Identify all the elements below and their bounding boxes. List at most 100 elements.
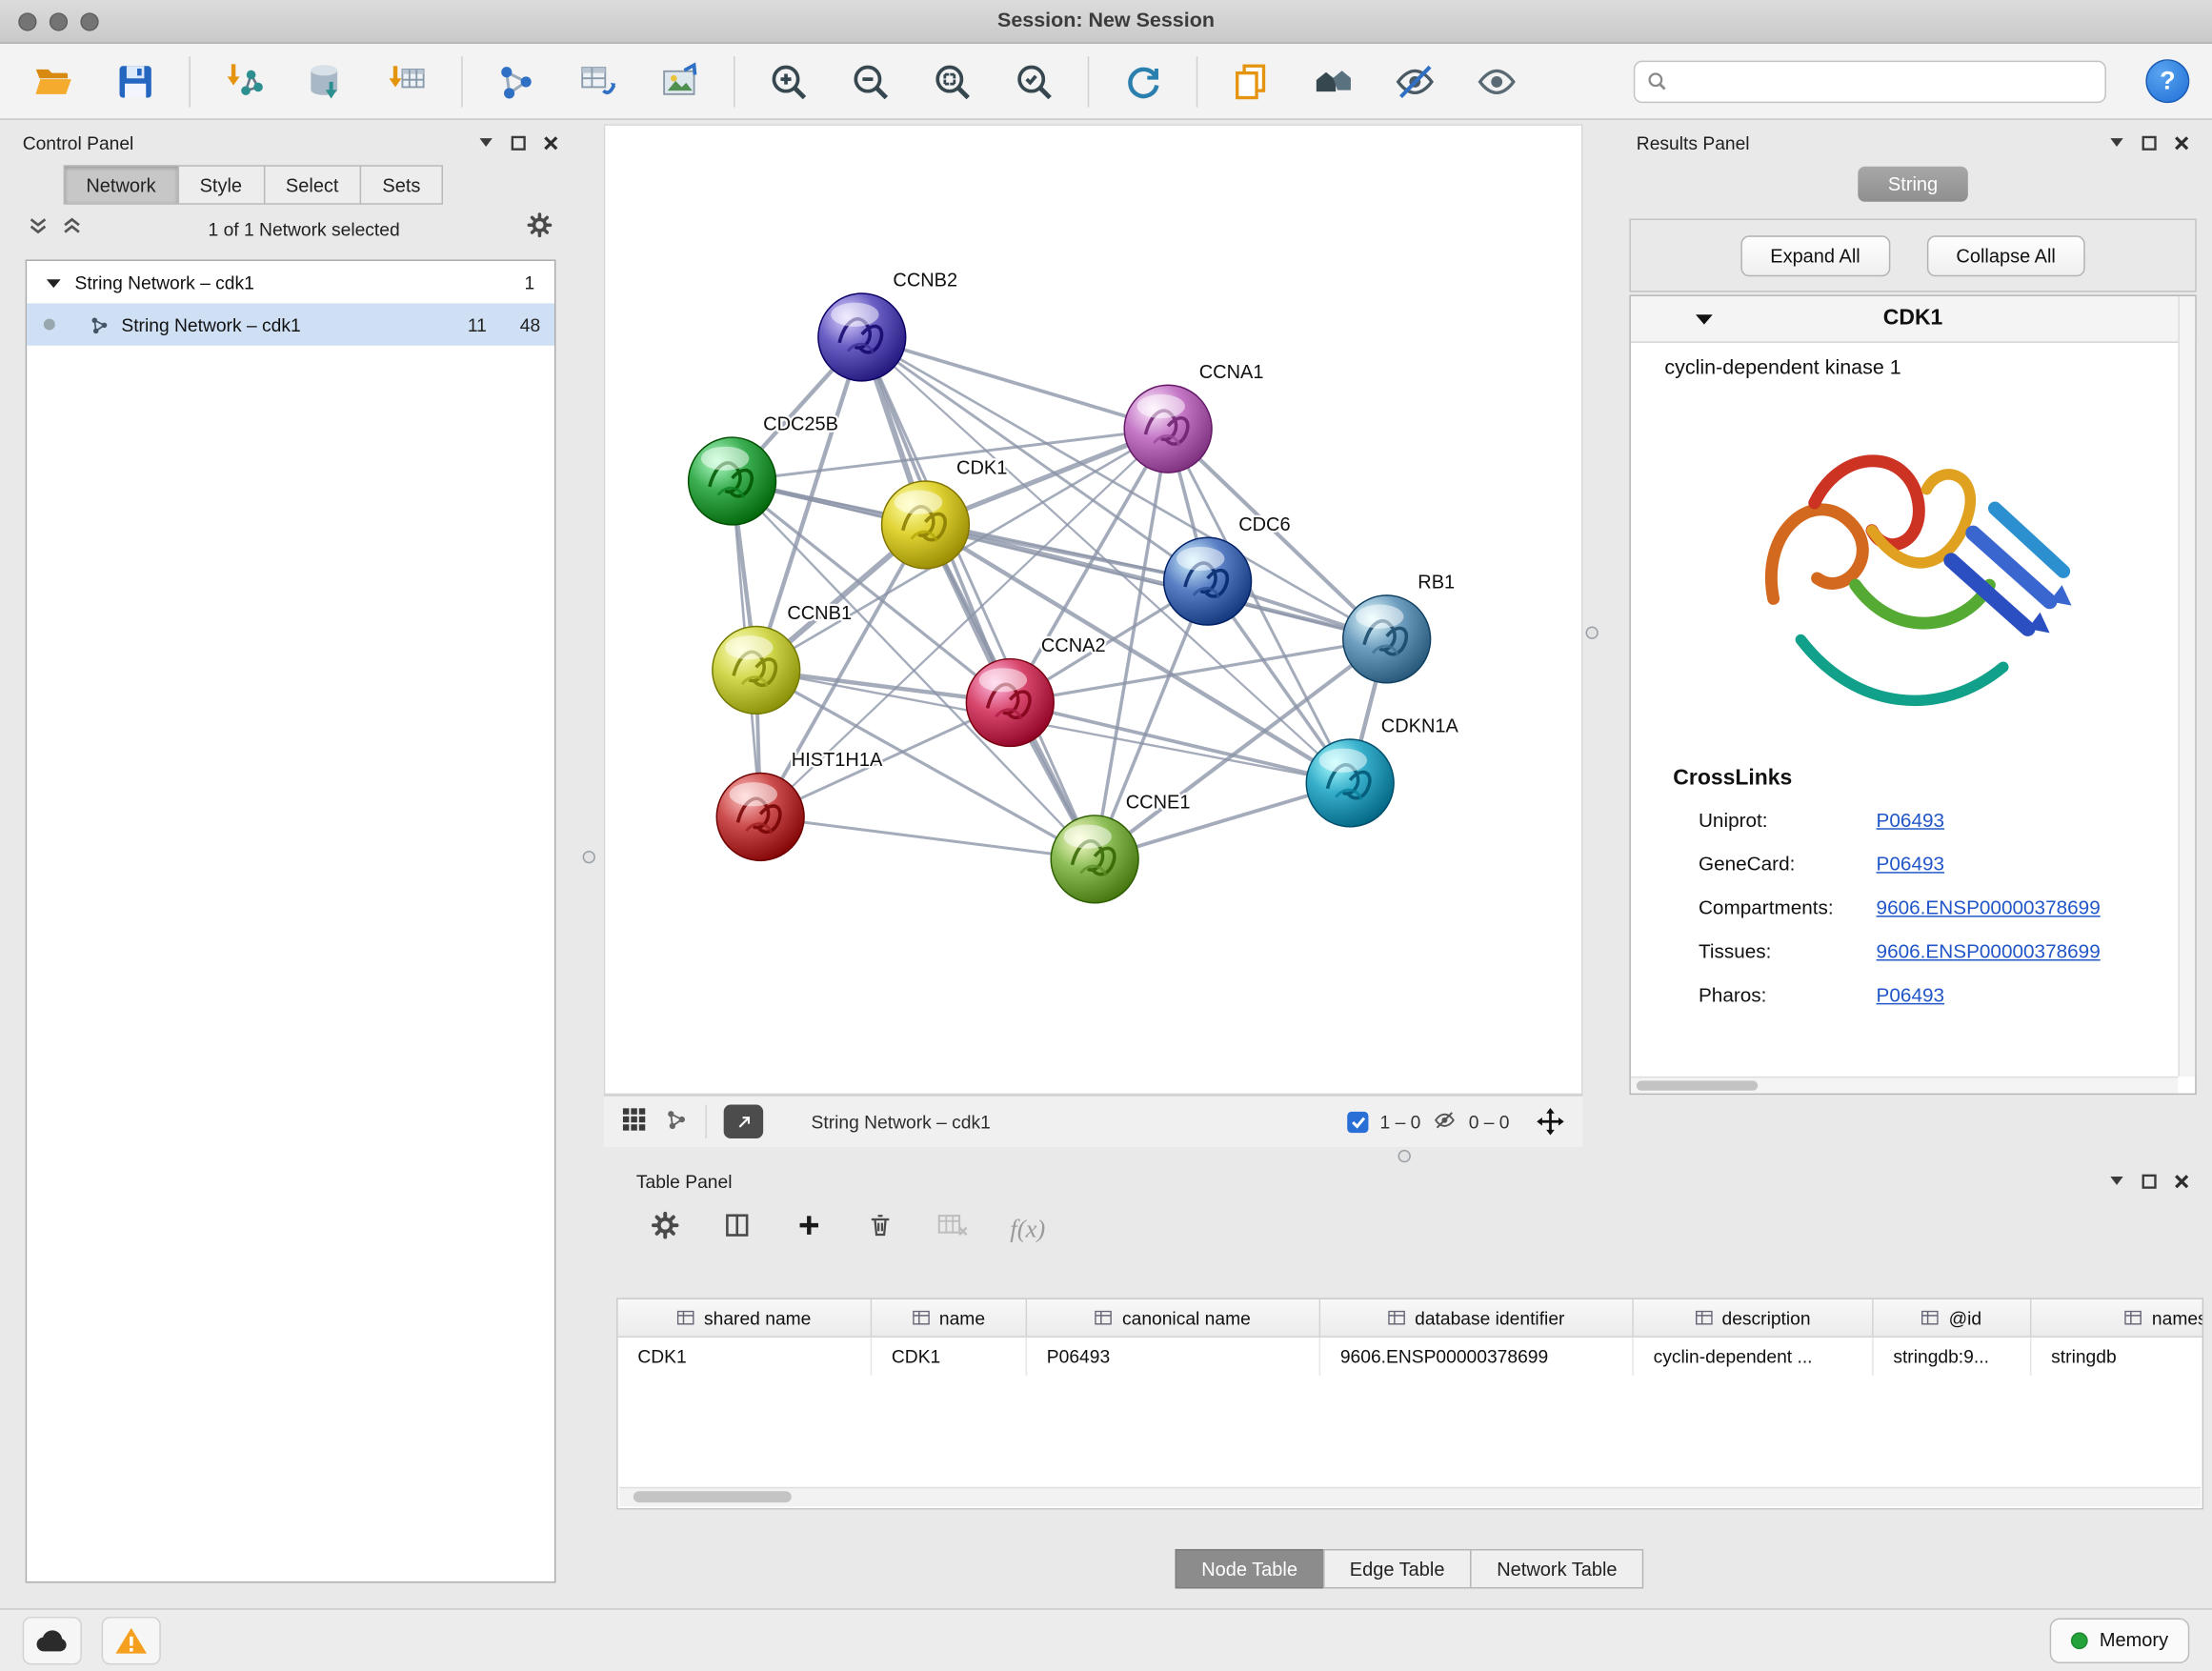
warnings-button[interactable]: [102, 1617, 161, 1664]
panel-float-icon[interactable]: [511, 134, 526, 150]
network-node-CCNB1[interactable]: [713, 627, 800, 715]
network-from-table-button[interactable]: [567, 51, 629, 111]
network-node-CCNA2[interactable]: [966, 659, 1054, 747]
import-network-database-button[interactable]: [295, 51, 357, 111]
expand-all-button[interactable]: Expand All: [1740, 235, 1890, 276]
table-row[interactable]: CDK1 CDK1 P06493 9606.ENSP00000378699 cy…: [618, 1338, 2202, 1376]
add-column-plus-icon[interactable]: [794, 1211, 824, 1248]
tab-style[interactable]: Style: [177, 165, 265, 204]
vertical-scrollbar[interactable]: [2178, 296, 2195, 1077]
help-button[interactable]: ?: [2145, 59, 2189, 103]
network-node-CDC25B[interactable]: [689, 437, 776, 525]
zoom-out-button[interactable]: [839, 51, 901, 111]
cloud-status-button[interactable]: [23, 1617, 82, 1664]
open-session-button[interactable]: [23, 51, 85, 111]
network-canvas[interactable]: CCNB2CCNA1CDC25BCDK1CDC6RB1CCNB1CCNA2CDK…: [605, 126, 1584, 1097]
network-node-RB1[interactable]: [1343, 595, 1431, 683]
layout-refresh-button[interactable]: [1112, 51, 1174, 111]
detach-view-button[interactable]: [724, 1105, 763, 1139]
cell-canonical-name[interactable]: P06493: [1027, 1338, 1320, 1376]
gene-collapse-caret-icon[interactable]: [1696, 312, 1713, 325]
panel-close-icon[interactable]: [2174, 134, 2189, 150]
tab-network-table[interactable]: Network Table: [1470, 1549, 1644, 1588]
zoom-fit-button[interactable]: [921, 51, 983, 111]
collapse-all-button[interactable]: Collapse All: [1926, 235, 2085, 276]
import-network-file-button[interactable]: [213, 51, 275, 111]
crosslink-link[interactable]: 9606.ENSP00000378699: [1877, 896, 2101, 918]
panel-menu-caret-icon[interactable]: [2109, 137, 2124, 149]
zoom-in-button[interactable]: [757, 51, 819, 111]
column-header-shared-name[interactable]: shared name: [618, 1299, 873, 1337]
column-header-namespace[interactable]: namespace: [2031, 1299, 2203, 1337]
home-button[interactable]: [1302, 51, 1364, 111]
network-node-CCNE1[interactable]: [1051, 815, 1138, 903]
show-columns-icon[interactable]: [722, 1211, 752, 1248]
import-table-button[interactable]: [376, 51, 438, 111]
show-button[interactable]: [1466, 51, 1528, 111]
selected-checkbox-icon[interactable]: [1347, 1111, 1368, 1132]
network-node-CCNA1[interactable]: [1124, 385, 1212, 473]
column-header-canonical-name[interactable]: canonical name: [1027, 1299, 1320, 1337]
edge-HIST1H1A-CCNE1[interactable]: [760, 816, 1095, 858]
tab-node-table[interactable]: Node Table: [1175, 1549, 1324, 1588]
crosslink-link[interactable]: 9606.ENSP00000378699: [1877, 939, 2101, 962]
splitter-handle[interactable]: [1398, 1150, 1411, 1162]
memory-button[interactable]: Memory: [2050, 1618, 2189, 1662]
cell-database-identifier[interactable]: 9606.ENSP00000378699: [1320, 1338, 1634, 1376]
tree-caret-icon[interactable]: [47, 272, 61, 292]
delete-column-trash-icon[interactable]: [866, 1211, 895, 1248]
new-network-button[interactable]: [485, 51, 547, 111]
expand-all-icon[interactable]: [62, 216, 82, 242]
network-node-CDC6[interactable]: [1164, 537, 1252, 625]
function-builder-icon[interactable]: f(x): [1010, 1214, 1045, 1243]
panel-menu-caret-icon[interactable]: [478, 137, 493, 149]
crosslink-link[interactable]: P06493: [1877, 852, 1944, 875]
column-header-description[interactable]: description: [1634, 1299, 1874, 1337]
hide-selected-button[interactable]: [1384, 51, 1446, 111]
panel-close-icon[interactable]: [543, 134, 558, 150]
tab-sets[interactable]: Sets: [360, 165, 443, 204]
search-box[interactable]: [1634, 60, 2106, 102]
tab-edge-table[interactable]: Edge Table: [1323, 1549, 1472, 1588]
gene-header[interactable]: CDK1: [1631, 296, 2195, 343]
cell-id[interactable]: stringdb:9...: [1874, 1338, 2032, 1376]
edge-CCNB2-CCNA1[interactable]: [862, 337, 1168, 429]
panel-float-icon[interactable]: [2142, 1173, 2157, 1188]
network-node-HIST1H1A[interactable]: [716, 774, 804, 861]
table-horizontal-scrollbar[interactable]: [619, 1487, 2201, 1507]
tab-select[interactable]: Select: [263, 165, 361, 204]
collapse-all-icon[interactable]: [29, 216, 49, 242]
cell-name[interactable]: CDK1: [872, 1338, 1027, 1376]
column-header-name[interactable]: name: [872, 1299, 1027, 1337]
table-settings-gear-icon[interactable]: [651, 1211, 680, 1248]
search-input[interactable]: [1676, 70, 2093, 93]
birdseye-grid-icon[interactable]: [621, 1106, 648, 1137]
tab-string[interactable]: String: [1858, 167, 1968, 202]
cell-namespace[interactable]: stringdb: [2031, 1338, 2203, 1376]
network-node-CCNB2[interactable]: [818, 293, 906, 381]
zoom-selected-button[interactable]: [1003, 51, 1065, 111]
splitter-handle[interactable]: [1585, 627, 1598, 639]
splitter-handle[interactable]: [583, 851, 595, 863]
hidden-eye-icon[interactable]: [1432, 1108, 1458, 1135]
panel-close-icon[interactable]: [2174, 1173, 2189, 1188]
network-collection-row[interactable]: String Network – cdk1 1: [27, 261, 554, 303]
gear-icon[interactable]: [526, 211, 553, 246]
export-image-button[interactable]: [649, 51, 711, 111]
column-header-database-identifier[interactable]: database identifier: [1320, 1299, 1634, 1337]
network-share-icon[interactable]: [664, 1107, 688, 1136]
edge-CCNB2-CCNE1[interactable]: [862, 337, 1095, 859]
save-session-button[interactable]: [105, 51, 167, 111]
scrollbar-thumb[interactable]: [633, 1491, 792, 1502]
tab-network[interactable]: Network: [64, 165, 179, 204]
network-node-CDK1[interactable]: [882, 481, 970, 569]
network-row-selected[interactable]: String Network – cdk1 11 48: [27, 303, 554, 345]
scrollbar-thumb[interactable]: [1637, 1080, 1758, 1090]
column-header-id[interactable]: @id: [1874, 1299, 2032, 1337]
horizontal-scrollbar[interactable]: [1631, 1077, 2179, 1094]
cell-description[interactable]: cyclin-dependent ...: [1634, 1338, 1874, 1376]
cell-shared-name[interactable]: CDK1: [618, 1338, 873, 1376]
panel-float-icon[interactable]: [2142, 134, 2157, 150]
panel-menu-caret-icon[interactable]: [2109, 1176, 2124, 1187]
network-node-CDKN1A[interactable]: [1306, 739, 1394, 827]
